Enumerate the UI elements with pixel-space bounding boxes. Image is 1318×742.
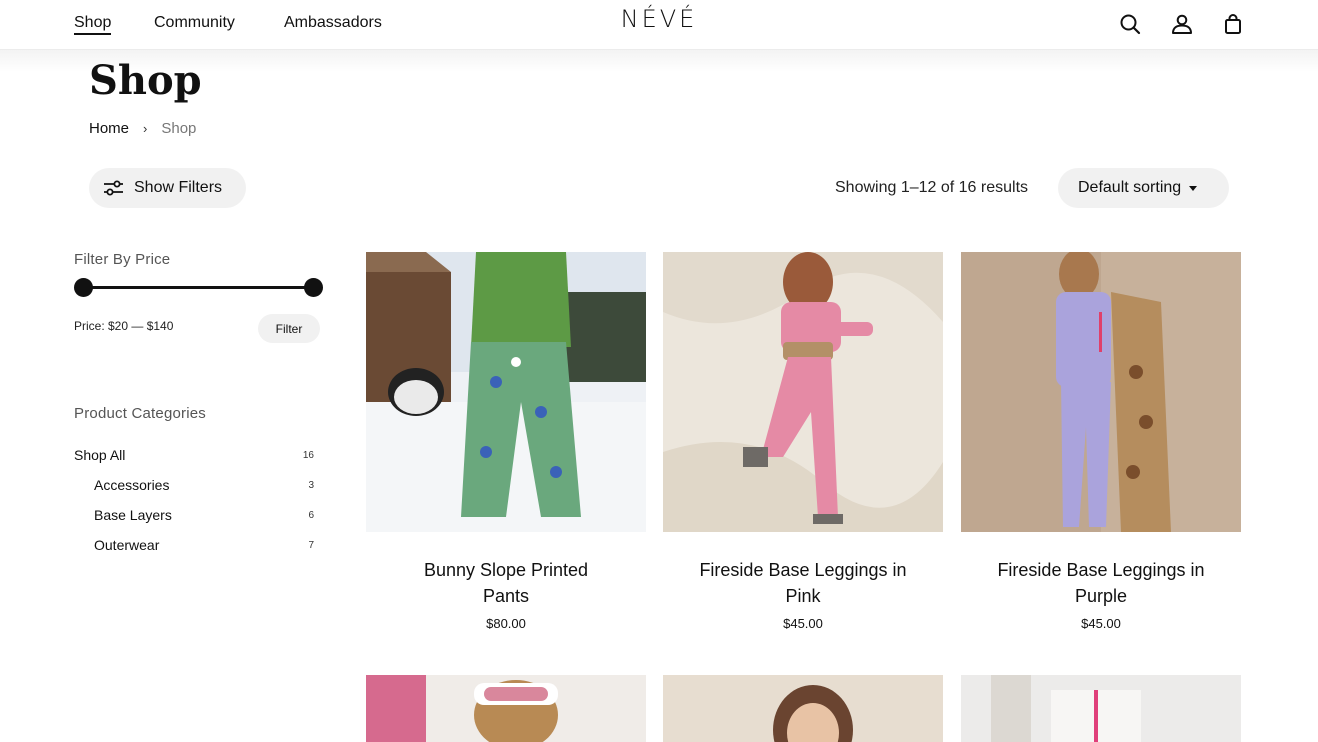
product-name-line: Bunny Slope Printed	[423, 560, 589, 580]
product-name-line: Fireside Base Leggings in	[699, 560, 907, 580]
results-count: Showing 1–12 of 16 results	[835, 179, 1029, 196]
sort-select[interactable]: Default sorting	[1058, 168, 1229, 208]
filter-button[interactable]: Filter	[258, 314, 320, 343]
price-filter-heading: Filter By Price	[74, 251, 171, 268]
category-count: 6	[308, 509, 314, 521]
category-base-layers[interactable]: Base Layers 6	[94, 505, 316, 525]
product-name-line: Purple	[1074, 586, 1128, 606]
product-name-line: Pink	[785, 586, 821, 606]
caret-down-icon	[1189, 185, 1198, 191]
price-slider-min-handle[interactable]	[74, 278, 93, 297]
category-count: 3	[308, 479, 314, 491]
product-name[interactable]: Fireside Base Leggings in Pink	[663, 557, 943, 609]
product-image-row2-2[interactable]	[663, 675, 943, 742]
breadcrumb-current: Shop	[161, 120, 197, 137]
product-image-row2-1[interactable]	[366, 675, 646, 742]
product-name[interactable]: Fireside Base Leggings in Purple	[961, 557, 1241, 609]
categories-heading: Product Categories	[74, 405, 207, 422]
category-shop-all[interactable]: Shop All 16	[74, 445, 316, 465]
product-price: $45.00	[783, 616, 823, 631]
page-title: Shop	[89, 57, 202, 104]
breadcrumb-home-link[interactable]: Home	[89, 120, 129, 137]
account-icon[interactable]	[1170, 12, 1194, 36]
product-image-fireside-pink[interactable]	[663, 252, 943, 532]
category-outerwear[interactable]: Outerwear 7	[94, 535, 316, 555]
product-image-row2-3[interactable]	[961, 675, 1241, 742]
product-name[interactable]: Bunny Slope Printed Pants	[366, 557, 646, 609]
show-filters-button[interactable]: Show Filters	[89, 168, 246, 208]
sliders-icon	[104, 180, 123, 196]
category-count: 16	[302, 449, 314, 461]
site-header: Shop Community Ambassadors NÉVÉ	[0, 0, 1318, 50]
show-filters-label: Show Filters	[134, 179, 223, 196]
product-price: $80.00	[486, 616, 526, 631]
price-slider-max-handle[interactable]	[304, 278, 323, 297]
price-range-label: Price: $20 — $140	[74, 319, 174, 333]
product-name-line: Fireside Base Leggings in	[997, 560, 1205, 580]
category-label: Base Layers	[94, 507, 172, 523]
category-label: Shop All	[74, 447, 126, 463]
price-slider-track[interactable]	[84, 286, 314, 289]
category-accessories[interactable]: Accessories 3	[94, 475, 316, 495]
product-image-bunny-slope-pants[interactable]	[366, 252, 646, 532]
chevron-right-icon: ›	[143, 121, 148, 136]
product-name-line: Pants	[482, 586, 530, 606]
search-icon[interactable]	[1118, 12, 1142, 36]
sort-selected-label: Default sorting	[1078, 179, 1182, 196]
shopping-bag-icon[interactable]	[1221, 12, 1245, 36]
product-price: $45.00	[1081, 616, 1121, 631]
category-label: Outerwear	[94, 537, 160, 553]
category-label: Accessories	[94, 477, 170, 493]
breadcrumb: Home › Shop	[89, 120, 196, 137]
category-count: 7	[308, 539, 314, 551]
product-image-fireside-purple[interactable]	[961, 252, 1241, 532]
